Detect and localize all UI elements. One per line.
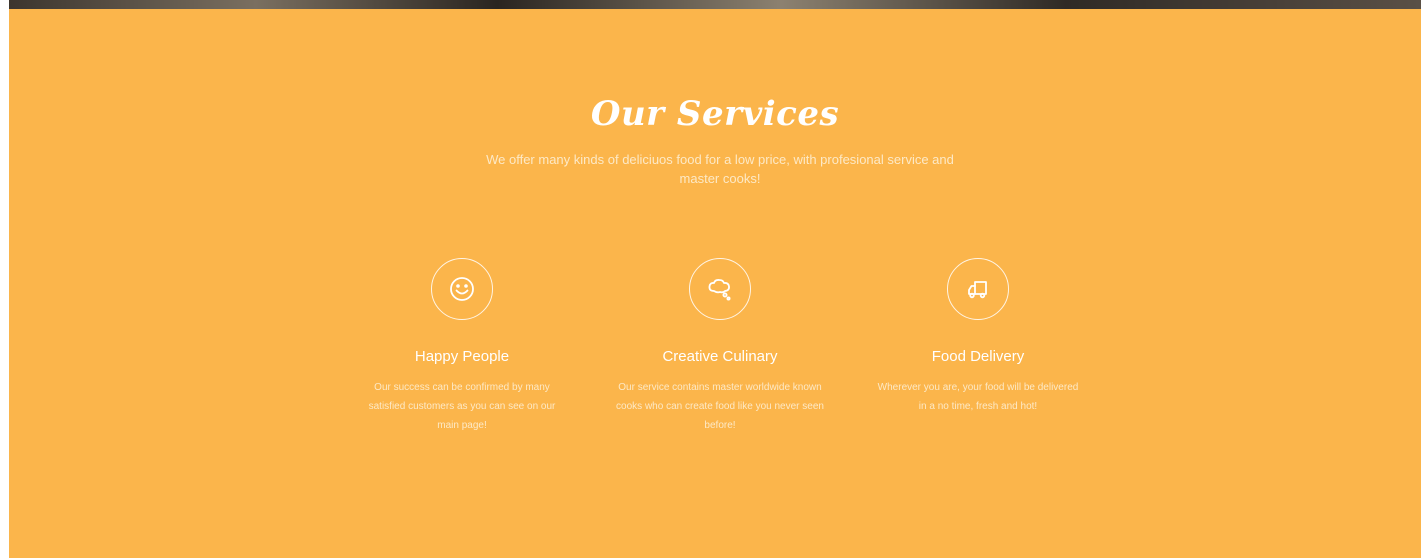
- service-card-creative-culinary: Creative Culinary Our service contains m…: [610, 258, 830, 435]
- service-text: Wherever you are, your food will be deli…: [877, 382, 1079, 412]
- header-image-strip: [0, 0, 1421, 9]
- page: Our Services We offer many kinds of deli…: [0, 0, 1421, 558]
- service-title: Creative Culinary: [662, 348, 778, 365]
- section-title: Our Services: [590, 94, 840, 134]
- service-card-food-delivery: Food Delivery Wherever you are, your foo…: [868, 258, 1088, 416]
- service-text: Our success can be confirmed by many sat…: [368, 382, 556, 431]
- service-title: Happy People: [414, 348, 510, 365]
- delivery-truck-icon: [947, 258, 1009, 320]
- service-card-happy-people: Happy People Our success can be confirme…: [352, 258, 572, 435]
- smiley-icon: [431, 258, 493, 320]
- thought-bubble-icon: [689, 258, 751, 320]
- section-subtitle: We offer many kinds of deliciuos food fo…: [486, 152, 954, 186]
- left-edge: [0, 0, 9, 558]
- service-text: Our service contains master worldwide kn…: [616, 382, 824, 431]
- service-title: Food Delivery: [931, 348, 1025, 365]
- services-section: Our Services We offer many kinds of deli…: [9, 9, 1421, 558]
